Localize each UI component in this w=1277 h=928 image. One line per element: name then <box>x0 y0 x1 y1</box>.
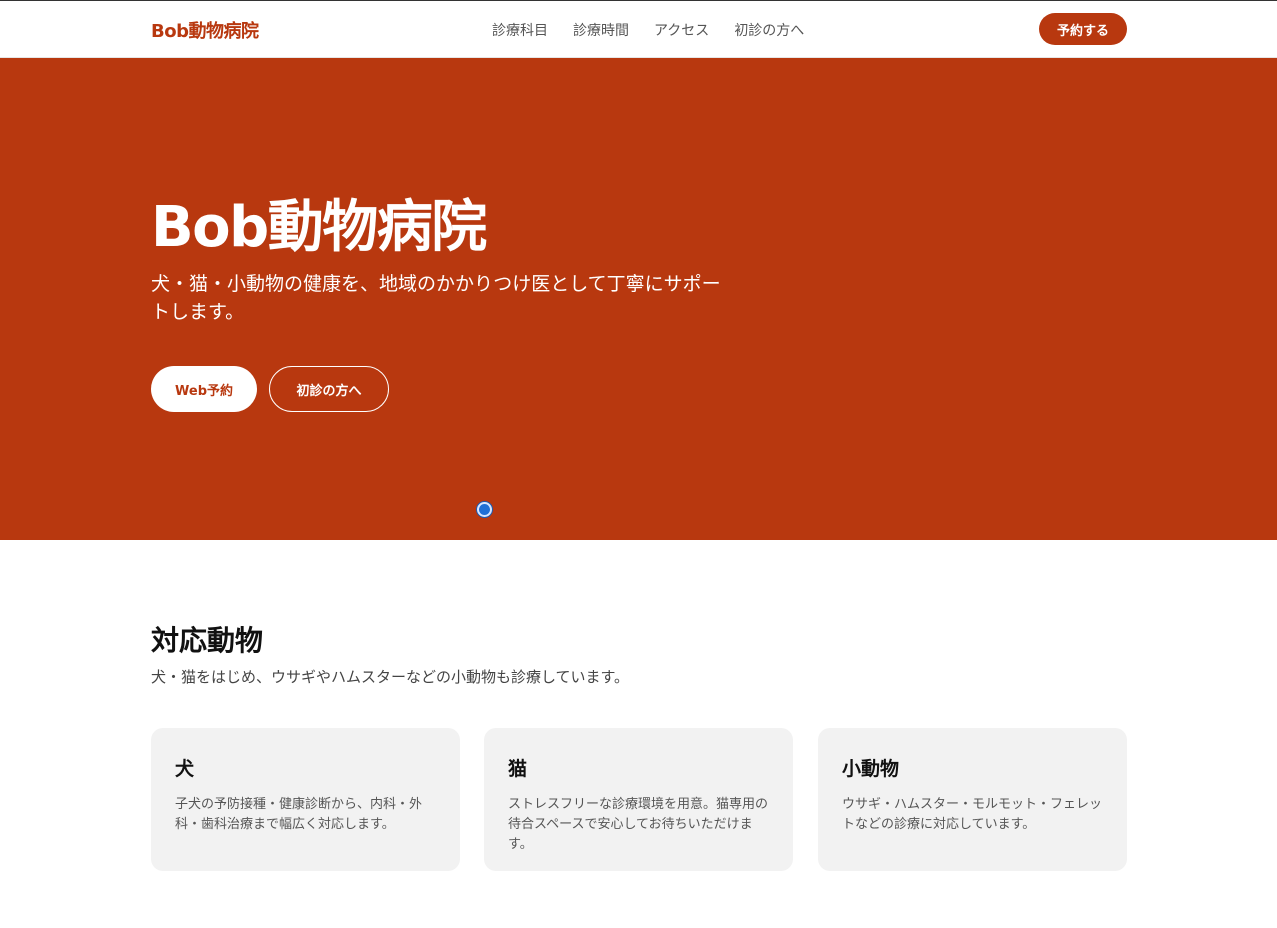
animal-card-text: 子犬の予防接種・健康診断から、内科・外科・歯科治療まで幅広く対応します。 <box>175 797 423 832</box>
animal-card-title: 猫 <box>508 758 528 780</box>
nav-item-first-visit[interactable]: 初診の方へ <box>734 20 804 40</box>
site-header: Bob動物病院 診療科目 診療時間 アクセス 初診の方へ 予約する <box>0 1 1277 58</box>
hero-section: Bob動物病院 犬・猫・小動物の健康を、地域のかかりつけ医として丁寧にサポートし… <box>0 58 1277 540</box>
animal-card-small-animals: 小動物 ウサギ・ハムスター・モルモット・フェレットなどの診療に対応しています。 <box>818 728 1127 871</box>
site-logo[interactable]: Bob動物病院 <box>151 17 259 43</box>
animal-card-text: ストレスフリーな診療環境を用意。猫専用の待合スペースで安心してお待ちいただけます… <box>508 797 769 852</box>
nav-item-departments[interactable]: 診療科目 <box>492 20 548 40</box>
animals-section-description: 犬・猫をはじめ、ウサギやハムスターなどの小動物も診療しています。 <box>151 668 630 686</box>
main-nav: 診療科目 診療時間 アクセス 初診の方へ <box>492 20 804 40</box>
nav-item-access[interactable]: アクセス <box>654 20 709 40</box>
animals-section-title: 対応動物 <box>151 624 264 657</box>
reserve-button[interactable]: 予約する <box>1039 13 1127 45</box>
animal-card-title: 小動物 <box>842 758 900 780</box>
animal-card-dog: 犬 子犬の予防接種・健康診断から、内科・外科・歯科治療まで幅広く対応します。 <box>151 728 460 871</box>
animal-card-title: 犬 <box>175 758 195 780</box>
hero-subtitle: 犬・猫・小動物の健康を、地域のかかりつけ医として丁寧にサポートします。 <box>151 273 721 323</box>
hero-title: Bob動物病院 <box>151 195 487 260</box>
first-visit-button[interactable]: 初診の方へ <box>269 366 389 412</box>
web-reservation-button[interactable]: Web予約 <box>151 366 257 412</box>
animal-card-cat: 猫 ストレスフリーな診療環境を用意。猫専用の待合スペースで安心してお待ちいただけ… <box>484 728 793 871</box>
nav-item-hours[interactable]: 診療時間 <box>573 20 629 40</box>
cursor-indicator-icon <box>477 502 492 517</box>
animal-card-text: ウサギ・ハムスター・モルモット・フェレットなどの診療に対応しています。 <box>842 797 1103 832</box>
